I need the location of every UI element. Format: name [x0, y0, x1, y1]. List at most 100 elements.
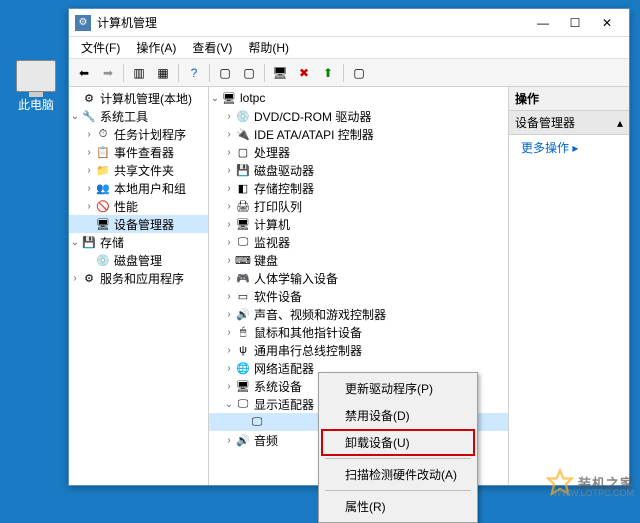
- device-hid[interactable]: ›🎮人体学输入设备: [209, 269, 508, 287]
- device-root[interactable]: ⌄🖥lotpc: [209, 89, 508, 107]
- menu-action[interactable]: 操作(A): [128, 37, 184, 58]
- tree-device-manager[interactable]: 🖥设备管理器: [69, 215, 208, 233]
- desktop-this-pc[interactable]: 此电脑: [8, 60, 64, 113]
- toolbar-button[interactable]: ⬆: [317, 62, 339, 84]
- close-button[interactable]: ✕: [591, 12, 623, 34]
- separator: [178, 64, 179, 82]
- tree-disk-mgmt[interactable]: 💿磁盘管理: [69, 251, 208, 269]
- more-actions[interactable]: 更多操作 ▸: [509, 135, 629, 160]
- ctx-update-driver[interactable]: 更新驱动程序(P): [321, 375, 475, 402]
- software-icon: ▭: [235, 288, 251, 304]
- actions-pane: 操作 设备管理器▴ 更多操作 ▸: [509, 87, 629, 485]
- tree-system-tools[interactable]: ⌄🔧系统工具: [69, 107, 208, 125]
- this-pc-label: 此电脑: [8, 96, 64, 113]
- clock-icon: ⏱: [95, 126, 111, 142]
- folder-icon: 📁: [95, 162, 111, 178]
- properties-button[interactable]: ▦: [152, 62, 174, 84]
- printer-icon: 🖨: [235, 198, 251, 214]
- display-icon: 🖵: [249, 414, 265, 430]
- computer-icon: 🖥: [221, 90, 237, 106]
- disk-icon: 💾: [235, 162, 251, 178]
- tree-local-users[interactable]: ›👥本地用户和组: [69, 179, 208, 197]
- help-button[interactable]: ?: [183, 62, 205, 84]
- mouse-icon: 🖱: [235, 324, 251, 340]
- ctx-properties[interactable]: 属性(R): [321, 493, 475, 520]
- uninstall-button[interactable]: ✖: [293, 62, 315, 84]
- storage-icon: 💾: [81, 234, 97, 250]
- tree-shared-folders[interactable]: ›📁共享文件夹: [69, 161, 208, 179]
- window-title: 计算机管理: [97, 14, 527, 31]
- device-storage-ctrl[interactable]: ›◧存储控制器: [209, 179, 508, 197]
- device-sound[interactable]: ›🔊声音、视频和游戏控制器: [209, 305, 508, 323]
- app-icon: ⚙: [75, 15, 91, 31]
- device-software[interactable]: ›▭软件设备: [209, 287, 508, 305]
- ctx-disable-device[interactable]: 禁用设备(D): [321, 402, 475, 429]
- ctx-scan-hardware[interactable]: 扫描检测硬件改动(A): [321, 461, 475, 488]
- menu-file[interactable]: 文件(F): [73, 37, 128, 58]
- network-icon: 🌐: [235, 360, 251, 376]
- device-usb[interactable]: ›ψ通用串行总线控制器: [209, 341, 508, 359]
- tree-services[interactable]: ›⚙服务和应用程序: [69, 269, 208, 287]
- device-icon: 🖥: [95, 216, 111, 232]
- chevron-right-icon: ▸: [572, 141, 578, 155]
- separator: [209, 64, 210, 82]
- monitor-icon: 🖵: [235, 234, 251, 250]
- tree-storage[interactable]: ⌄💾存储: [69, 233, 208, 251]
- watermark: 装机之家 WWW.LOTPC.COM: [546, 468, 634, 496]
- event-icon: 📋: [95, 144, 111, 160]
- device-disk[interactable]: ›💾磁盘驱动器: [209, 161, 508, 179]
- services-icon: ⚙: [81, 270, 97, 286]
- tree-event-viewer[interactable]: ›📋事件查看器: [69, 143, 208, 161]
- device-print[interactable]: ›🖨打印队列: [209, 197, 508, 215]
- device-computer[interactable]: ›🖥计算机: [209, 215, 508, 233]
- forward-button[interactable]: ➡: [97, 62, 119, 84]
- separator: [123, 64, 124, 82]
- disk-icon: 💿: [95, 252, 111, 268]
- separator: [343, 64, 344, 82]
- menu-help[interactable]: 帮助(H): [240, 37, 297, 58]
- actions-group[interactable]: 设备管理器▴: [509, 111, 629, 135]
- window-controls: — ☐ ✕: [527, 12, 623, 34]
- storage-icon: ◧: [235, 180, 251, 196]
- device-dvd[interactable]: ›💿DVD/CD-ROM 驱动器: [209, 107, 508, 125]
- tree-task-scheduler[interactable]: ›⏱任务计划程序: [69, 125, 208, 143]
- display-icon: 🖵: [235, 396, 251, 412]
- left-tree-pane[interactable]: ⚙计算机管理(本地) ⌄🔧系统工具 ›⏱任务计划程序 ›📋事件查看器 ›📁共享文…: [69, 87, 209, 485]
- toolbar-button[interactable]: ▢: [238, 62, 260, 84]
- context-menu: 更新驱动程序(P) 禁用设备(D) 卸载设备(U) 扫描检测硬件改动(A) 属性…: [318, 372, 478, 523]
- device-ide[interactable]: ›🔌IDE ATA/ATAPI 控制器: [209, 125, 508, 143]
- device-cpu[interactable]: ›▢处理器: [209, 143, 508, 161]
- tools-icon: 🔧: [81, 108, 97, 124]
- device-keyboard[interactable]: ›⌨键盘: [209, 251, 508, 269]
- device-mouse[interactable]: ›🖱鼠标和其他指针设备: [209, 323, 508, 341]
- sound-icon: 🔊: [235, 306, 251, 322]
- toolbar-button[interactable]: ▢: [348, 62, 370, 84]
- computer-icon: 🖥: [235, 216, 251, 232]
- scan-hardware-button[interactable]: 🖥: [269, 62, 291, 84]
- watermark-url: WWW.LOTPC.COM: [553, 488, 634, 498]
- dvd-icon: 💿: [235, 108, 251, 124]
- cpu-icon: ▢: [235, 144, 251, 160]
- tree-performance[interactable]: ›🚫性能: [69, 197, 208, 215]
- titlebar[interactable]: ⚙ 计算机管理 — ☐ ✕: [69, 9, 629, 37]
- collapse-icon: ▴: [617, 116, 623, 130]
- menu-view[interactable]: 查看(V): [184, 37, 240, 58]
- back-button[interactable]: ⬅: [73, 62, 95, 84]
- device-monitor[interactable]: ›🖵监视器: [209, 233, 508, 251]
- pc-icon: [16, 60, 56, 92]
- toolbar-button[interactable]: ▢: [214, 62, 236, 84]
- tree-root[interactable]: ⚙计算机管理(本地): [69, 89, 208, 107]
- system-icon: 🖥: [235, 378, 251, 394]
- ide-icon: 🔌: [235, 126, 251, 142]
- maximize-button[interactable]: ☐: [559, 12, 591, 34]
- ctx-uninstall-device[interactable]: 卸载设备(U): [321, 429, 475, 456]
- keyboard-icon: ⌨: [235, 252, 251, 268]
- actions-header: 操作: [509, 87, 629, 111]
- separator: [264, 64, 265, 82]
- menubar: 文件(F) 操作(A) 查看(V) 帮助(H): [69, 37, 629, 59]
- menu-separator: [325, 490, 471, 491]
- audio-icon: 🔊: [235, 432, 251, 448]
- minimize-button[interactable]: —: [527, 12, 559, 34]
- toolbar: ⬅ ➡ ▥ ▦ ? ▢ ▢ 🖥 ✖ ⬆ ▢: [69, 59, 629, 87]
- show-hide-tree-button[interactable]: ▥: [128, 62, 150, 84]
